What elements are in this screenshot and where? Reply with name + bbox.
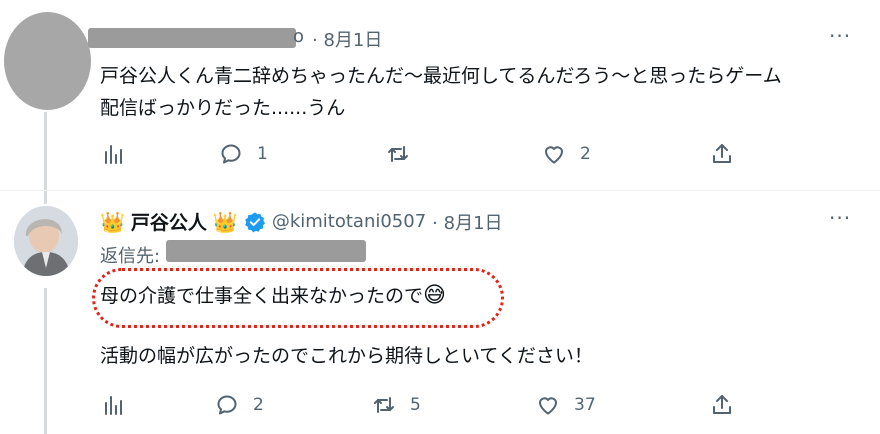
retweet-button[interactable]: 5 <box>372 393 421 417</box>
analytics-button[interactable] <box>102 142 126 166</box>
reply-count: 1 <box>257 144 268 164</box>
analytics-button[interactable] <box>102 393 126 417</box>
redacted-reply-handle <box>166 240 366 262</box>
tweet-text-line: 活動の幅が広がったのでこれから期待しといてください！ <box>100 345 593 367</box>
like-count: 2 <box>580 144 591 164</box>
tweet-text-line: 配信ばっかりだった......うん <box>100 97 346 119</box>
reply-count: 2 <box>253 395 264 415</box>
divider <box>0 190 880 191</box>
share-icon <box>713 144 731 163</box>
retweet-count: 5 <box>410 395 421 415</box>
author-row: 👑 戸谷公人 👑 @kimitotani0507 · 8月1日 <box>100 208 503 235</box>
redacted-username <box>88 28 296 48</box>
like-icon <box>545 146 563 164</box>
like-icon <box>539 397 557 415</box>
reply-icon <box>217 395 237 415</box>
avatar[interactable] <box>4 12 91 110</box>
analytics-icon <box>105 396 122 415</box>
thread-line <box>44 288 47 434</box>
tweet-date[interactable]: · 8月1日 <box>312 26 382 52</box>
crown-icon: 👑 <box>212 209 238 234</box>
display-name[interactable]: 戸谷公人 <box>131 208 207 235</box>
reply-button[interactable]: 2 <box>215 393 264 417</box>
like-button[interactable]: 2 <box>542 142 591 166</box>
username-suffix: o <box>293 26 305 47</box>
tweet-text-line: 戸谷公人くん青二辞めちゃったんだ〜最近何してるんだろう〜と思ったらゲーム <box>100 65 782 87</box>
reply-icon <box>221 144 241 164</box>
tweet-text-line: 母の介護で仕事全く出来なかったので😅 <box>100 280 446 312</box>
avatar[interactable] <box>14 206 78 276</box>
verified-badge-icon <box>245 211 265 232</box>
retweet-icon <box>388 146 408 162</box>
retweet-button[interactable] <box>386 142 424 166</box>
share-icon <box>713 395 731 414</box>
more-options-icon[interactable]: ··· <box>829 24 851 48</box>
more-options-icon[interactable]: ··· <box>829 206 851 230</box>
analytics-icon <box>105 145 122 164</box>
tweet-text-highlighted: 母の介護で仕事全く出来なかったので <box>100 285 424 307</box>
sweat-smile-emoji: 😅 <box>423 283 446 308</box>
reply-to-label: 返信先: <box>100 246 161 267</box>
tweet-date[interactable]: · 8月1日 <box>432 209 502 235</box>
share-button[interactable] <box>710 142 734 166</box>
user-handle[interactable]: @kimitotani0507 <box>272 211 426 232</box>
like-count: 37 <box>574 395 596 415</box>
retweet-icon <box>374 397 394 413</box>
reply-button[interactable]: 1 <box>219 142 268 166</box>
like-button[interactable]: 37 <box>536 393 596 417</box>
share-button[interactable] <box>710 393 734 417</box>
crown-icon: 👑 <box>100 209 125 234</box>
avatar-photo <box>14 206 78 276</box>
